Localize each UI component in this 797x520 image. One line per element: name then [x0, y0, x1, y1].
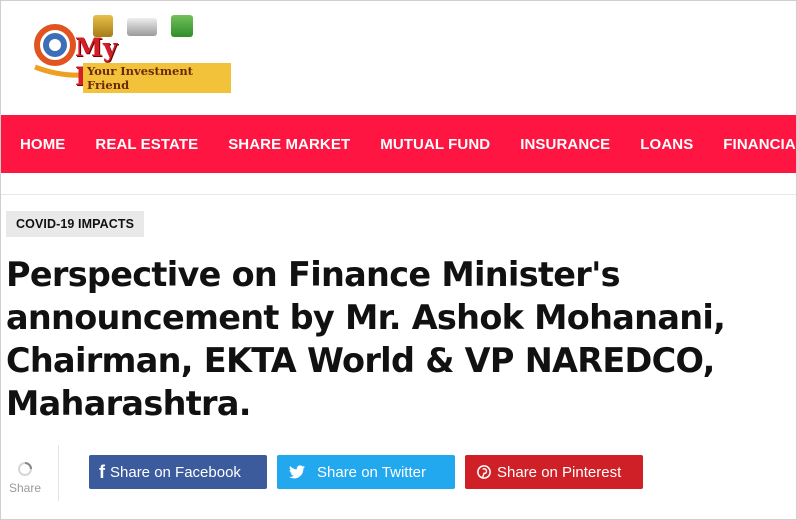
twitter-icon — [289, 465, 305, 479]
header-divider — [1, 194, 796, 195]
nav-item-home[interactable]: HOME — [1, 136, 80, 153]
page-frame: My Realityin Your Investment Friend HOME… — [0, 0, 797, 520]
nav-item-share-market[interactable]: SHARE MARKET — [213, 136, 365, 153]
share-divider — [58, 445, 59, 501]
site-logo[interactable]: My Realityin Your Investment Friend — [31, 11, 231, 93]
share-facebook-label: Share on Facebook — [110, 463, 241, 481]
category-badge[interactable]: COVID-19 IMPACTS — [6, 211, 145, 237]
share-twitter-label: Share on Twitter — [317, 463, 426, 481]
nav-item-financial-planning[interactable]: FINANCIAL PLANNING — [708, 136, 796, 153]
share-twitter-button[interactable]: Share on Twitter — [277, 455, 455, 489]
main-nav: HOME REAL ESTATE SHARE MARKET MUTUAL FUN… — [1, 115, 796, 173]
share-facebook-button[interactable]: f Share on Facebook — [89, 455, 267, 489]
share-pinterest-label: Share on Pinterest — [497, 463, 622, 481]
nav-item-mutual-fund[interactable]: MUTUAL FUND — [365, 136, 505, 153]
share-count-label: Share — [8, 481, 42, 495]
article-title: Perspective on Finance Minister's announ… — [6, 255, 726, 423]
logo-tagline: Your Investment Friend — [83, 63, 231, 93]
nav-item-insurance[interactable]: INSURANCE — [505, 136, 625, 153]
nav-item-loans[interactable]: LOANS — [625, 136, 708, 153]
loading-spinner-icon — [18, 462, 32, 476]
share-pinterest-button[interactable]: Share on Pinterest — [465, 455, 643, 489]
pinterest-icon — [477, 465, 491, 479]
facebook-icon: f — [99, 461, 105, 482]
share-count: Share — [5, 461, 45, 497]
nav-item-real-estate[interactable]: REAL ESTATE — [80, 136, 213, 153]
